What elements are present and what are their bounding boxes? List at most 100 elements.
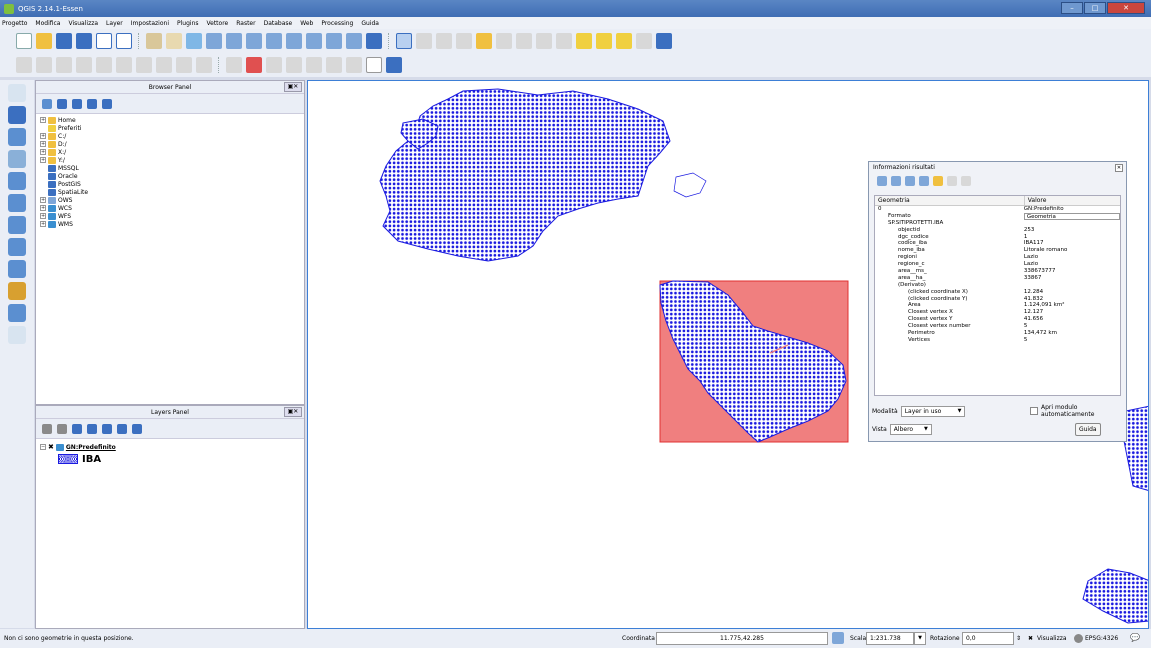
select-features-icon[interactable] [416,33,432,49]
delete-selected-icon[interactable] [136,57,152,73]
menu-item-guida[interactable]: Guida [361,20,379,27]
composer-manager-icon[interactable] [116,33,132,49]
identify-features-icon[interactable] [396,33,412,49]
zoom-out-icon[interactable] [226,33,242,49]
move-label-icon[interactable] [286,57,302,73]
iba-polygon-north[interactable] [379,88,671,262]
filter-icon[interactable] [72,98,82,109]
zoom-last-icon[interactable] [326,33,342,49]
expand-button[interactable]: + [40,149,46,155]
open-attribute-table-icon[interactable] [476,33,492,49]
result-row[interactable]: (Derivato) [875,282,1120,289]
zoom-to-layer-icon[interactable] [306,33,322,49]
result-row[interactable]: objectid 253 [875,227,1120,234]
add-selected-layers-icon[interactable] [42,98,52,109]
measure-icon[interactable] [556,33,572,49]
panel-float-close-button[interactable]: ▣✕ [284,407,302,417]
select-by-expression-icon[interactable] [436,33,452,49]
help-icon[interactable] [656,33,672,49]
result-row[interactable]: Formato Geometria [875,212,1120,220]
expand-all-icon[interactable] [102,423,112,434]
new-print-composer-icon[interactable] [96,33,112,49]
expand-button[interactable]: + [40,133,46,139]
menu-item-modifica[interactable]: Modifica [35,20,60,27]
panel-float-close-button[interactable]: ▣✕ [284,82,302,92]
browser-item-oracle[interactable]: Oracle [40,172,300,180]
sigma-icon[interactable] [536,33,552,49]
move-feature-icon[interactable] [96,57,112,73]
properties-icon[interactable] [102,98,112,109]
toggle-extents-icon[interactable] [832,632,844,644]
add-raster-layer-icon[interactable] [8,106,26,124]
menu-item-layer[interactable]: Layer [106,20,123,27]
remove-layer-icon[interactable] [132,423,142,434]
result-row[interactable]: nome_iba Litorale romano [875,247,1120,254]
current-edits-icon[interactable] [16,57,32,73]
result-row[interactable]: SP.SITIPROTETTI.IBA [875,220,1120,227]
add-wms-layer-icon[interactable] [8,216,26,234]
add-wcs-layer-icon[interactable] [8,238,26,256]
add-vector-layer-icon[interactable] [8,84,26,102]
result-row[interactable]: (clicked coordinate Y) 41.832 [875,296,1120,303]
zoom-native-icon[interactable] [246,33,262,49]
browser-item-preferiti[interactable]: Preferiti [40,124,300,132]
filter-expression-icon[interactable] [87,423,97,434]
map-tips-icon[interactable] [576,33,592,49]
new-bookmark-icon[interactable] [596,33,612,49]
new-layer-icon[interactable] [8,326,26,344]
csw-icon[interactable] [366,57,382,73]
show-bookmarks-icon[interactable] [616,33,632,49]
text-annotation-icon[interactable] [636,33,652,49]
expand-button[interactable]: + [40,141,46,147]
pan-to-selection-icon[interactable] [186,33,202,49]
add-feature-icon[interactable] [76,57,92,73]
python-console-icon[interactable] [386,57,402,73]
label-tool-icon[interactable] [226,57,242,73]
browser-item-home[interactable]: + Home [40,116,300,124]
collapse-group-button[interactable]: − [40,444,46,450]
result-row[interactable]: codice_iba IBA117 [875,240,1120,247]
browser-item-c[interactable]: + C:/ [40,132,300,140]
expand-tree-icon[interactable] [877,176,887,186]
crs-globe-icon[interactable] [1074,634,1083,643]
result-value[interactable]: Geometria [1023,212,1120,220]
browser-item-wfs[interactable]: + WFS [40,212,300,220]
layer-style-icon[interactable] [42,423,52,434]
browser-item-x[interactable]: + X:/ [40,148,300,156]
rotation-field[interactable]: 0,0 [962,632,1014,645]
select-icon[interactable] [961,176,971,186]
zoom-full-icon[interactable] [266,33,282,49]
browser-item-d[interactable]: + D:/ [40,140,300,148]
spin-arrows-icon[interactable]: ⇕ [1016,635,1021,642]
menu-item-raster[interactable]: Raster [236,20,255,27]
help-button[interactable]: Guida [1074,423,1101,436]
result-row[interactable]: dgc_codice 1 [875,234,1120,241]
rotate-label-icon[interactable] [306,57,322,73]
result-row[interactable]: Closest vertex Y 41.656 [875,316,1120,323]
view-select[interactable]: Albero ▼ [889,424,932,435]
browser-item-spatialite[interactable]: SpatiaLite [40,188,300,196]
add-postgis-layer-icon[interactable] [8,128,26,146]
coordinate-field[interactable]: 11.775,42.285 [656,632,828,645]
result-row[interactable]: (clicked coordinate X) 12.284 [875,289,1120,296]
zoom-in-icon[interactable] [206,33,222,49]
browser-item-y[interactable]: + Y:/ [40,156,300,164]
cut-features-icon[interactable] [156,57,172,73]
expand-button[interactable]: + [40,157,46,163]
expand-button[interactable]: + [40,205,46,211]
result-row[interactable]: Closest vertex number 5 [875,323,1120,330]
iba-polygon-east-2[interactable] [1082,568,1149,624]
refresh-icon[interactable] [366,33,382,49]
result-row[interactable]: area__ms_ 338673777 [875,268,1120,275]
toggle-editing-icon[interactable] [36,57,52,73]
result-row[interactable]: Area 1.124,091 km² [875,302,1120,309]
browser-item-mssql[interactable]: MSSQL [40,164,300,172]
copy-features-icon[interactable] [176,57,192,73]
result-row[interactable]: Perimetro 134,472 km [875,330,1120,337]
save-as-icon[interactable] [76,33,92,49]
print-icon[interactable] [947,176,957,186]
result-row[interactable]: Vertices 5 [875,337,1120,344]
collapse-all-icon[interactable] [87,98,97,109]
add-virtual-layer-icon[interactable] [8,304,26,322]
label-props-icon[interactable] [346,57,362,73]
